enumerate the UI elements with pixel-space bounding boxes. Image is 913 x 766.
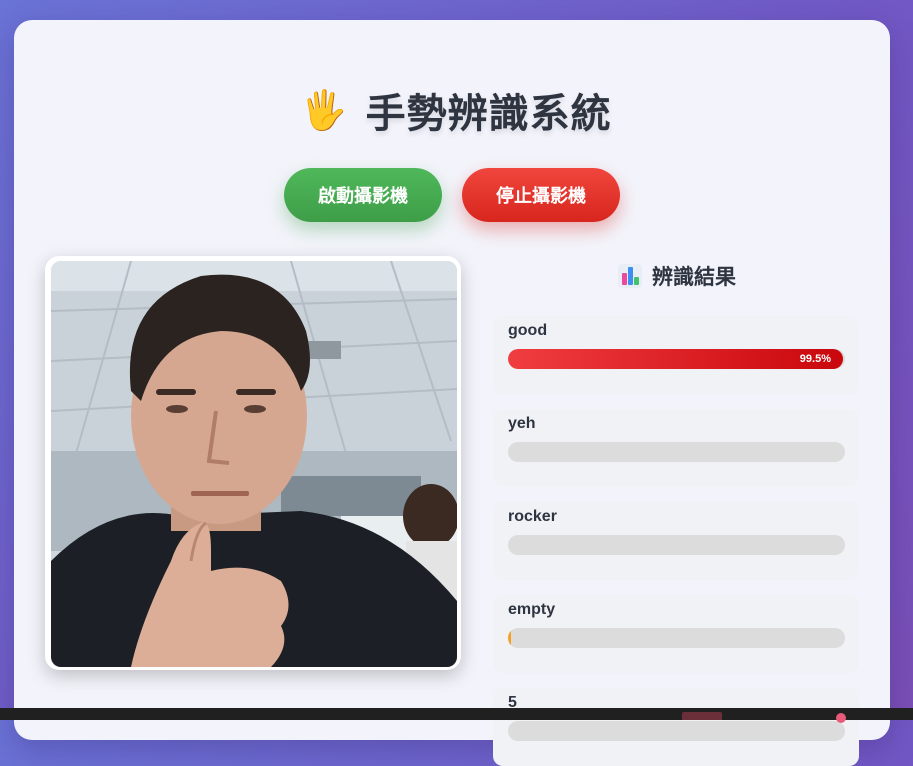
results-title: 辨識結果 [652, 265, 736, 289]
page-header: 🖐️ 手勢辨識系統 [0, 68, 912, 152]
confidence-percent: 99.5% [799, 353, 831, 365]
bar-chart-icon [618, 264, 642, 288]
result-label: yeh [508, 415, 536, 432]
confidence-bar-track: 99.5% [508, 349, 845, 369]
camera-panel [45, 256, 461, 670]
result-item-rocker: rocker [493, 502, 859, 580]
webcam-feed [51, 261, 457, 667]
confidence-bar-track [508, 535, 845, 555]
result-item-yeh: yeh [493, 409, 859, 487]
start-camera-button[interactable]: 啟動攝影機 [284, 168, 442, 222]
confidence-bar-fill [508, 628, 512, 648]
confidence-bar-track [508, 442, 845, 462]
webcam-image [51, 261, 457, 667]
stop-camera-button[interactable]: 停止攝影機 [462, 168, 620, 222]
result-label: empty [508, 601, 556, 618]
result-item-5: 5 [493, 688, 859, 766]
taskbar-tray-icon[interactable] [836, 713, 846, 723]
taskbar-app-button[interactable] [682, 712, 722, 720]
results-heading: 辨識結果 [493, 258, 861, 294]
confidence-bar-track [508, 721, 845, 741]
result-item-empty: empty [493, 595, 859, 673]
taskbar [0, 708, 913, 723]
hand-icon: 🖐️ [300, 88, 348, 132]
result-label: good [508, 322, 548, 339]
result-item-good: good 99.5% [493, 316, 859, 394]
result-label: rocker [508, 508, 557, 525]
confidence-bar-fill [508, 349, 844, 369]
page-title: 手勢辨識系統 [365, 91, 612, 137]
confidence-bar-track [508, 628, 845, 648]
